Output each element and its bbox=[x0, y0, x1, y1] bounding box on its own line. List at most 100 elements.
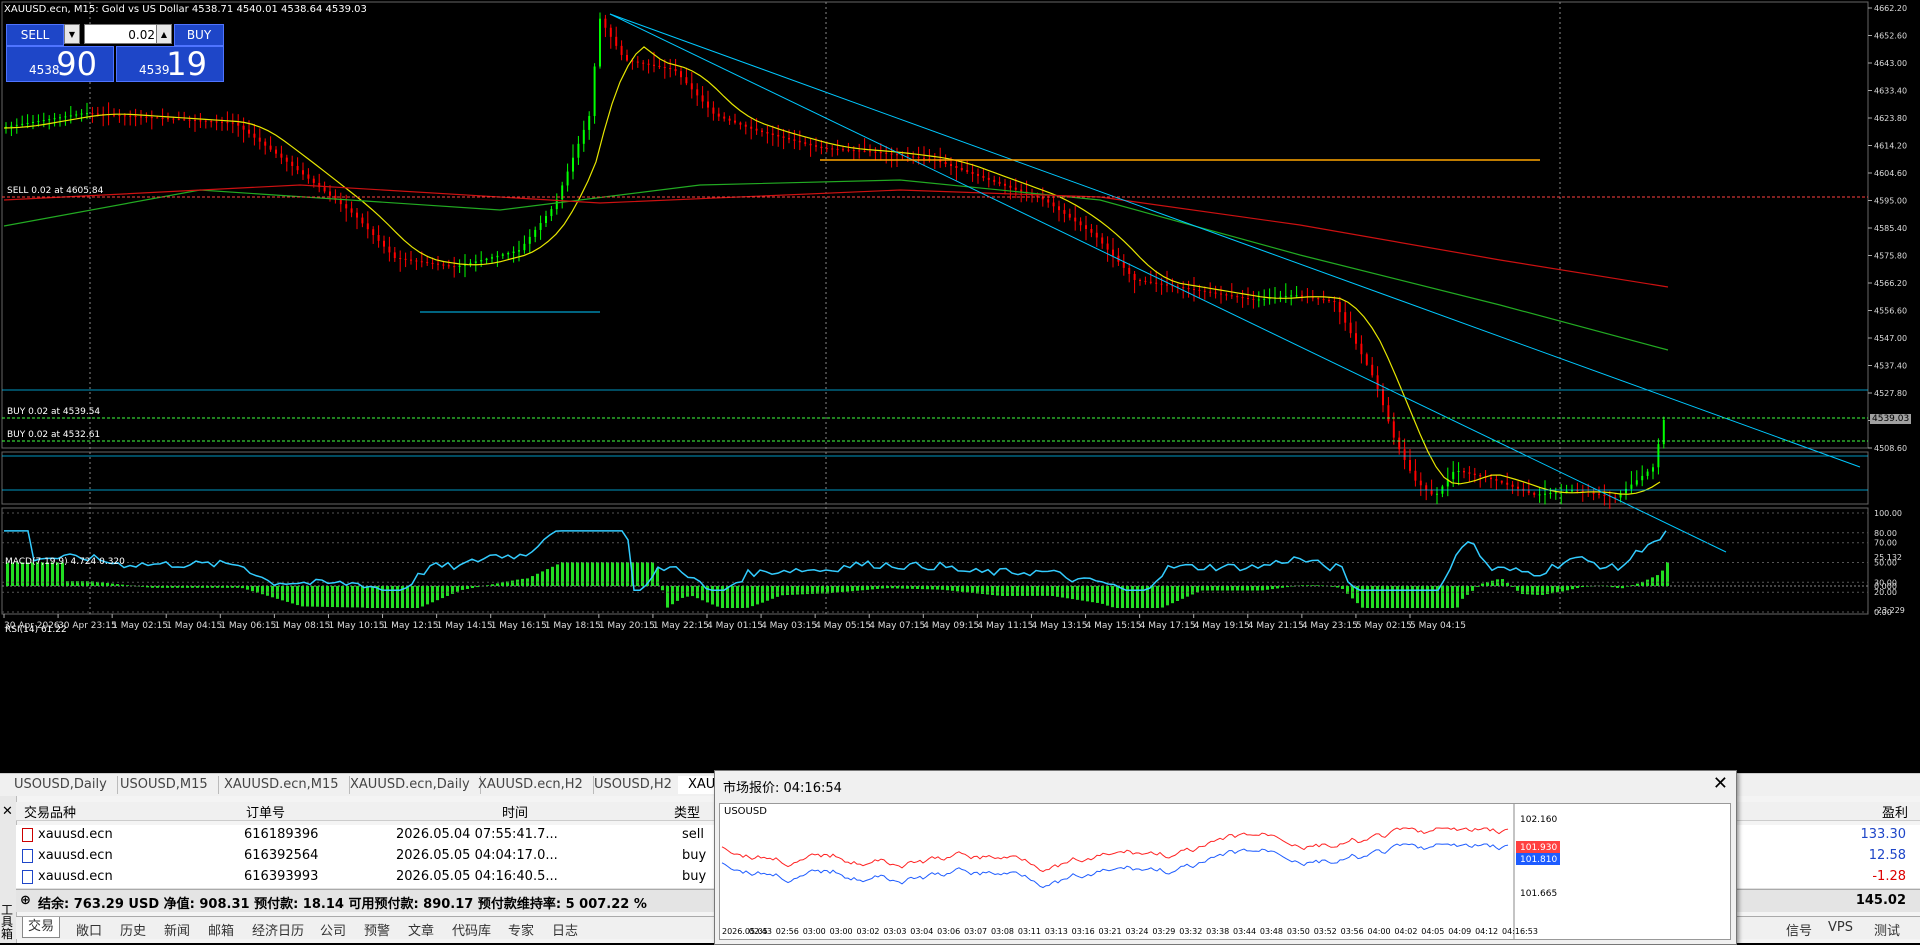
col-profit[interactable]: 盈利 bbox=[1882, 802, 1908, 821]
sell-button[interactable]: SELL bbox=[6, 24, 64, 46]
candle-body bbox=[880, 152, 882, 153]
tab-usousd-h2[interactable]: USOUSD,H2 bbox=[584, 776, 683, 794]
tab-mailbox[interactable]: 邮箱 bbox=[208, 920, 234, 939]
macd-bar bbox=[671, 586, 674, 604]
candle-body bbox=[226, 122, 228, 123]
candle-body bbox=[696, 89, 698, 95]
candle-body bbox=[610, 28, 612, 37]
tab-journal[interactable]: 日志 bbox=[552, 920, 578, 939]
macd-bar bbox=[406, 586, 409, 608]
macd-bar bbox=[1231, 586, 1234, 591]
macd-bar bbox=[1566, 586, 1569, 590]
buy-price[interactable]: 4539 19 bbox=[116, 46, 224, 82]
col-symbol[interactable]: 交易品种 bbox=[24, 802, 76, 821]
tab-company[interactable]: 公司 bbox=[320, 920, 346, 939]
candle-body bbox=[923, 158, 925, 159]
tab-usousd-m15[interactable]: USOUSD,M15 bbox=[110, 776, 219, 794]
macd-bar bbox=[311, 586, 314, 607]
macd-bar bbox=[496, 583, 499, 586]
market-watch-popup[interactable]: 市场报价: 04:16:54 ✕ USOUSD 102.160101.93010… bbox=[714, 770, 1737, 945]
macd-bar bbox=[1431, 586, 1434, 608]
candle-body bbox=[1204, 291, 1206, 292]
tab-alerts[interactable]: 预警 bbox=[364, 920, 390, 939]
tab-xauusd-h2[interactable]: XAUUSD.ecn,H2 bbox=[468, 776, 594, 794]
price-chart[interactable]: 4662.204652.604643.004633.404623.804614.… bbox=[0, 0, 1920, 770]
candle-body bbox=[1317, 298, 1319, 299]
tab-vps[interactable]: VPS bbox=[1828, 920, 1853, 935]
candle-body bbox=[1150, 282, 1152, 283]
candle-body bbox=[1404, 449, 1406, 460]
tab-history[interactable]: 历史 bbox=[120, 920, 146, 939]
candle-body bbox=[1242, 297, 1244, 298]
col-ticket[interactable]: 订单号 bbox=[246, 802, 285, 821]
macd-bar bbox=[301, 586, 304, 606]
macd-bar bbox=[786, 586, 789, 595]
tab-articles[interactable]: 文章 bbox=[408, 920, 434, 939]
candle-body bbox=[1263, 299, 1265, 300]
macd-bar bbox=[701, 586, 704, 600]
volume-down-spinner[interactable]: ▼ bbox=[64, 24, 80, 44]
macd-bar bbox=[676, 586, 679, 601]
tab-news[interactable]: 新闻 bbox=[164, 920, 190, 939]
time-tick-label: 1 May 08:15 bbox=[274, 621, 330, 631]
tick-time-label: 03:06 bbox=[937, 927, 960, 936]
tick-time-label: 03:21 bbox=[1099, 927, 1122, 936]
candle-body bbox=[167, 118, 169, 119]
candle-body bbox=[653, 65, 655, 66]
tab-signals[interactable]: 信号 bbox=[1786, 920, 1812, 939]
rsi-label: RSI(14) 61.22 bbox=[5, 625, 67, 635]
volume-input[interactable]: 0.02 bbox=[84, 24, 162, 44]
candle-body bbox=[1144, 281, 1146, 282]
macd-bar bbox=[956, 586, 959, 591]
candle-body bbox=[950, 164, 952, 166]
buy-button[interactable]: BUY bbox=[174, 24, 224, 46]
col-type[interactable]: 类型 bbox=[674, 802, 700, 821]
row-type: sell bbox=[682, 827, 704, 842]
tab-experts[interactable]: 专家 bbox=[508, 920, 534, 939]
tab-usousd-daily[interactable]: USOUSD,Daily bbox=[4, 776, 118, 794]
tab-codebase[interactable]: 代码库 bbox=[452, 920, 491, 939]
candle-body bbox=[1576, 490, 1578, 491]
macd-bar bbox=[1336, 586, 1339, 588]
tab-trade[interactable]: 交易 bbox=[22, 917, 60, 938]
candle-body bbox=[388, 247, 390, 253]
candle-body bbox=[885, 153, 887, 154]
candle-body bbox=[1112, 250, 1114, 256]
close-icon[interactable]: ✕ bbox=[1713, 773, 1728, 794]
close-icon[interactable]: ✕ bbox=[2, 804, 13, 819]
macd-bar bbox=[1576, 586, 1579, 588]
time-tick-label: 1 May 10:15 bbox=[328, 621, 384, 631]
price-tick-label: 4566.20 bbox=[1874, 279, 1907, 288]
macd-bar bbox=[996, 586, 999, 596]
candle-body bbox=[702, 95, 704, 101]
macd-bar bbox=[1621, 586, 1624, 588]
candle-body bbox=[642, 63, 644, 64]
candle-body bbox=[761, 131, 763, 132]
col-time[interactable]: 时间 bbox=[502, 802, 528, 821]
tab-xauusd-daily[interactable]: XAUUSD.ecn,Daily bbox=[340, 776, 481, 794]
tab-exposure[interactable]: 敞口 bbox=[76, 920, 102, 939]
macd-bar bbox=[106, 583, 109, 586]
candle-body bbox=[21, 124, 23, 125]
candle-body bbox=[1420, 481, 1422, 486]
tab-xauusd-m15[interactable]: XAUUSD.ecn,M15 bbox=[214, 776, 350, 794]
price-tick-label: 4527.80 bbox=[1874, 389, 1907, 398]
candle-body bbox=[1053, 203, 1055, 207]
candle-body bbox=[216, 121, 218, 122]
macd-bar bbox=[686, 586, 689, 597]
macd-bar bbox=[916, 586, 919, 589]
candle-body bbox=[891, 154, 893, 155]
candle-body bbox=[27, 123, 29, 124]
sell-price[interactable]: 4538 90 bbox=[6, 46, 114, 82]
candle-body bbox=[37, 121, 39, 122]
candle-body bbox=[723, 117, 725, 119]
candle-body bbox=[1333, 301, 1335, 302]
candle-body bbox=[734, 121, 736, 123]
expand-icon[interactable]: ⊕ bbox=[20, 893, 31, 908]
tab-calendar[interactable]: 经济日历 bbox=[252, 920, 304, 939]
tab-tester[interactable]: 测试 bbox=[1874, 920, 1900, 939]
time-tick-label: 30 Apr 23:15 bbox=[58, 621, 117, 631]
candle-body bbox=[1425, 485, 1427, 490]
volume-up-spinner[interactable]: ▲ bbox=[156, 24, 172, 44]
price-tick-label: 4652.60 bbox=[1874, 32, 1907, 41]
